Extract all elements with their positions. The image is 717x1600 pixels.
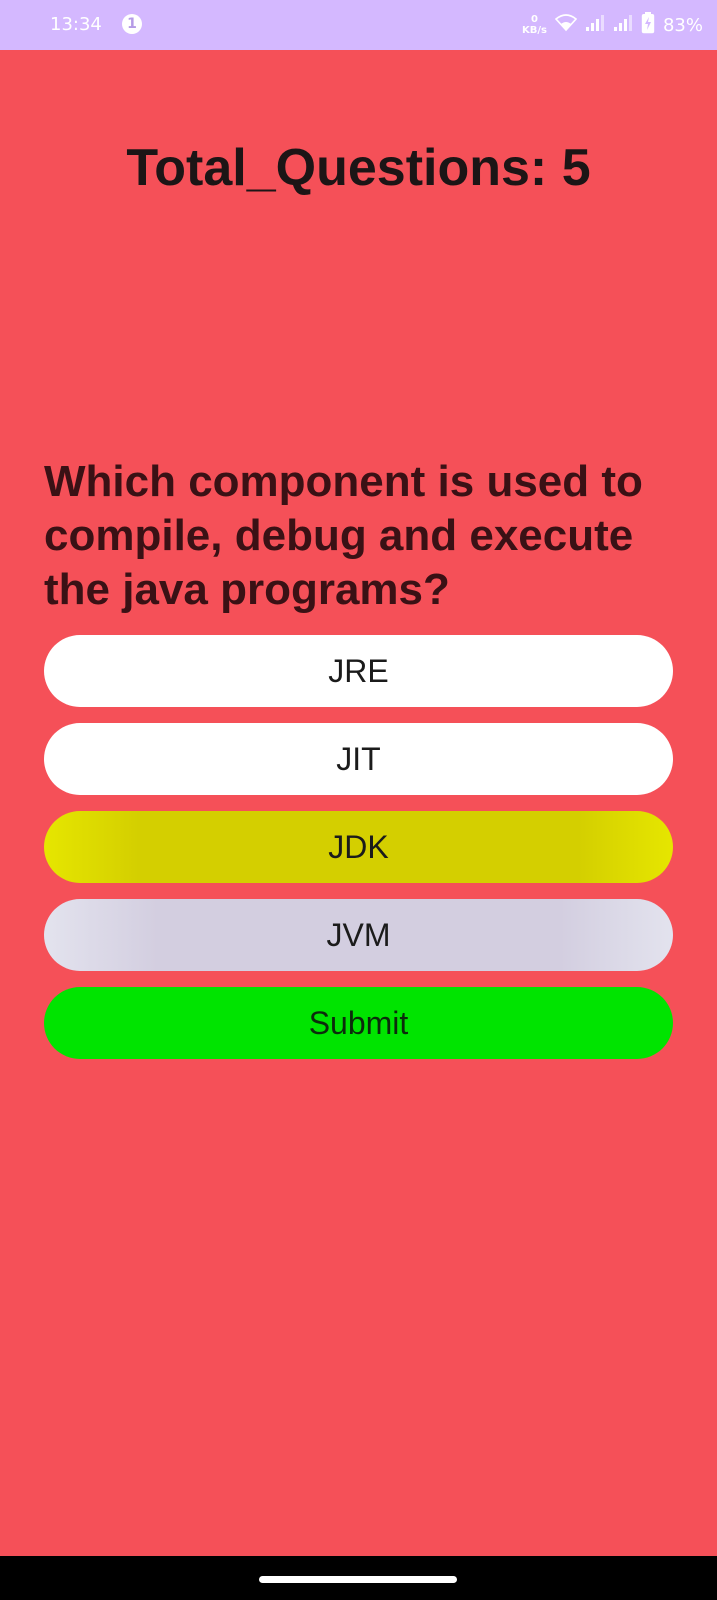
status-bar: 13:34 1 0 KB/s 83%	[0, 0, 717, 50]
navigation-bar	[0, 1556, 717, 1600]
option-jit-button[interactable]: JIT	[44, 723, 673, 795]
network-speed-unit: KB/s	[522, 25, 547, 36]
option-jre-button[interactable]: JRE	[44, 635, 673, 707]
network-speed-value: 0	[531, 14, 538, 25]
network-speed: 0 KB/s	[522, 14, 547, 36]
status-icons: 0 KB/s 83%	[522, 8, 703, 42]
question-text: Which component is used to compile, debu…	[44, 457, 643, 614]
option-jdk-button[interactable]: JDK	[44, 811, 673, 883]
notification-badge: 1	[122, 14, 142, 34]
battery-charging-icon	[641, 11, 655, 39]
battery-percentage: 83%	[662, 14, 703, 36]
signal-icon	[585, 14, 605, 37]
option-jvm-button[interactable]: JVM	[44, 899, 673, 971]
submit-button[interactable]: Submit	[44, 987, 673, 1059]
status-time: 13:34	[50, 14, 102, 35]
home-gesture-handle[interactable]	[259, 1576, 457, 1583]
signal-icon	[613, 14, 633, 37]
total-questions-title: Total_Questions: 5	[126, 139, 591, 197]
wifi-icon	[554, 13, 578, 37]
